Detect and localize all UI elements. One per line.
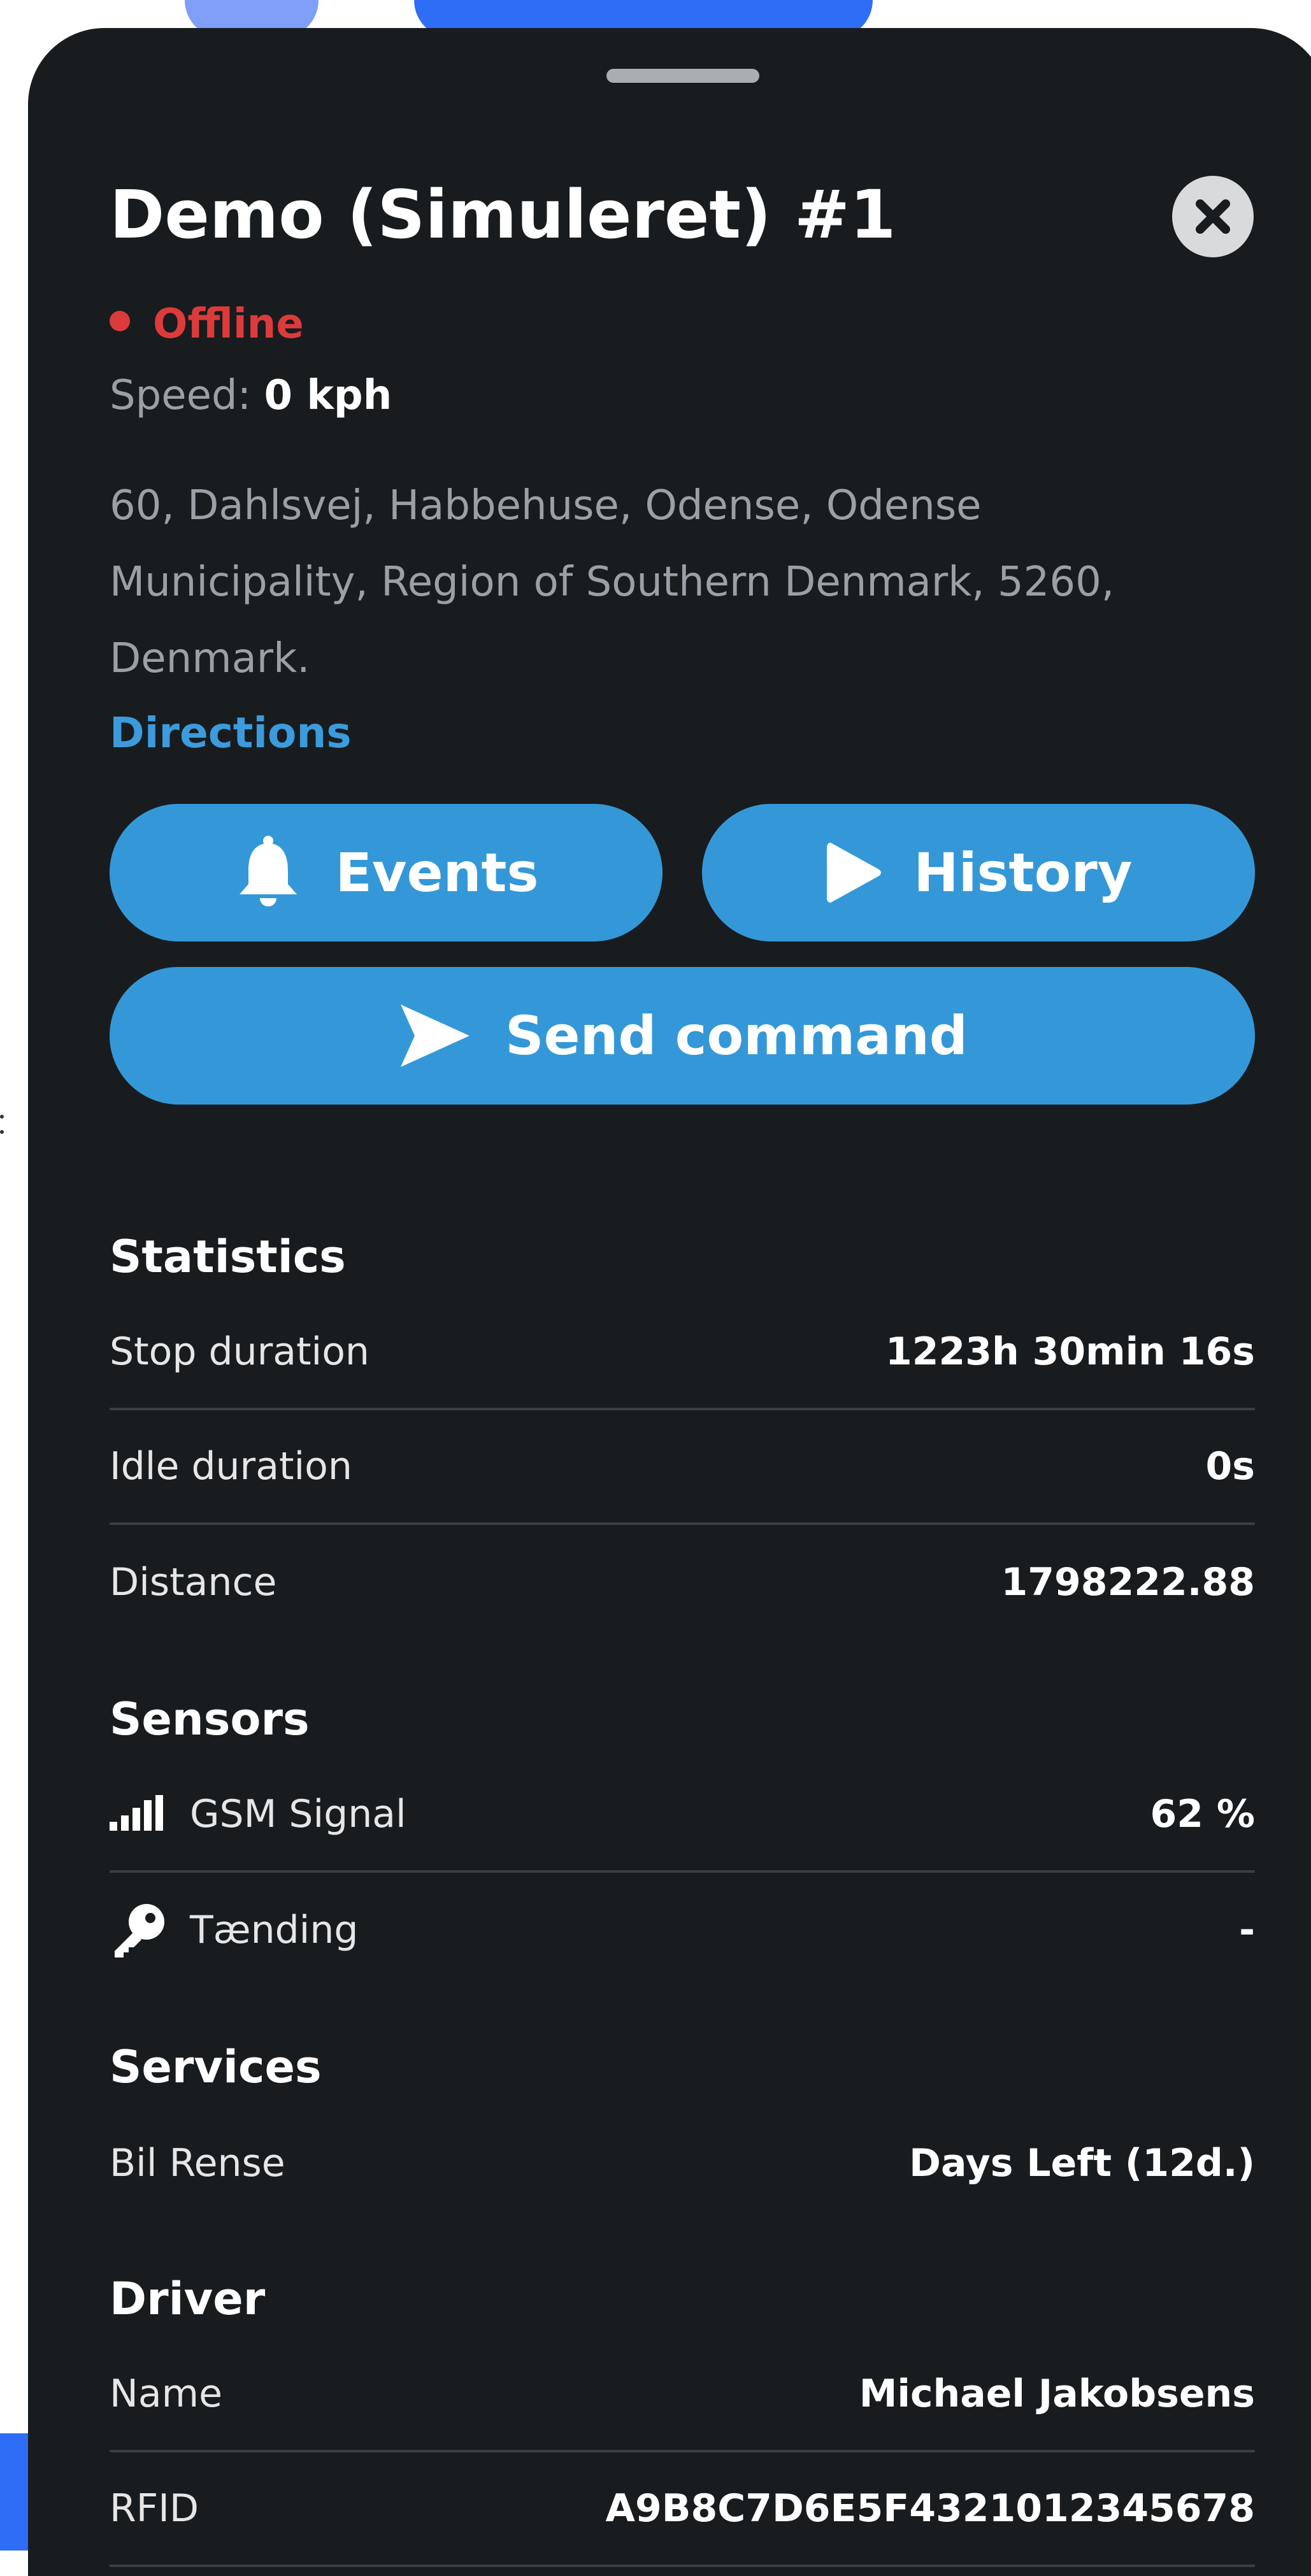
status-dot-icon [110,311,130,331]
services-heading: Services [110,2041,322,2093]
driver-label: Name [110,2372,223,2416]
speed-value: 0 kph [264,372,392,419]
service-value: Days Left (12d.) [909,2141,1255,2186]
sensor-label: GSM Signal [190,1792,406,1836]
bell-icon [240,836,297,906]
status-text: Offline [153,301,304,348]
send-command-label: Send command [505,1005,968,1067]
service-label: Bil Rense [110,2141,285,2186]
speed-readout: Speed: 0 kph [110,372,392,419]
driver-value: Michael Jakobsens [859,2372,1255,2416]
statistics-heading: Statistics [110,1231,346,1283]
status-indicator: Offline [110,301,304,348]
speed-label: Speed: [110,372,252,419]
stat-value: 1798222.88 [1001,1560,1255,1605]
stat-row-idle-duration: Idle duration 0s [110,1410,1255,1525]
close-button[interactable] [1172,176,1254,257]
stat-row-stop-duration: Stop duration 1223h 30min 16s [110,1296,1255,1410]
driver-label: RFID [110,2486,199,2531]
events-button[interactable]: Events [110,804,663,941]
driver-row-name: Name Michael Jakobsens [110,2338,1255,2452]
sensor-value: 62 % [1150,1792,1255,1836]
stat-value: 1223h 30min 16s [885,1329,1255,1374]
edge-marker [0,1108,6,1147]
events-label: Events [335,841,539,904]
history-button[interactable]: History [702,804,1255,941]
service-row: Bil Rense Days Left (12d.) [110,2106,1255,2221]
driver-value: A9B8C7D6E5F4321012345678 [605,2486,1255,2531]
stat-label: Stop duration [110,1329,369,1374]
signal-bars-icon [110,1795,163,1831]
driver-row-rfid: RFID A9B8C7D6E5F4321012345678 [110,2452,1255,2567]
history-label: History [913,841,1133,904]
stat-label: Distance [110,1560,277,1605]
driver-heading: Driver [110,2273,266,2325]
sensor-label: Tænding [190,1908,359,1952]
sensor-row-ignition: Tænding - [110,1873,1255,1987]
play-icon [827,843,882,903]
sensors-heading: Sensors [110,1693,310,1745]
address-text: 60, Dahlsvej, Habbehuse, Odense, Odense … [110,482,1115,682]
sensor-value: - [1239,1908,1255,1952]
device-title: Demo (Simuleret) #1 [110,176,896,254]
sensor-row-gsm: GSM Signal 62 % [110,1758,1255,1873]
send-icon [401,1005,470,1067]
device-detail-sheet: Demo (Simuleret) #1 Offline Speed: 0 kph… [28,28,1311,2576]
send-command-button[interactable]: Send command [110,967,1255,1105]
close-icon [1196,199,1230,234]
directions-link[interactable]: Directions [110,708,352,757]
stat-label: Idle duration [110,1444,352,1489]
key-icon [115,1904,164,1957]
stat-value: 0s [1205,1444,1255,1489]
drag-handle[interactable] [606,69,759,83]
stat-row-distance: Distance 1798222.88 [110,1525,1255,1640]
